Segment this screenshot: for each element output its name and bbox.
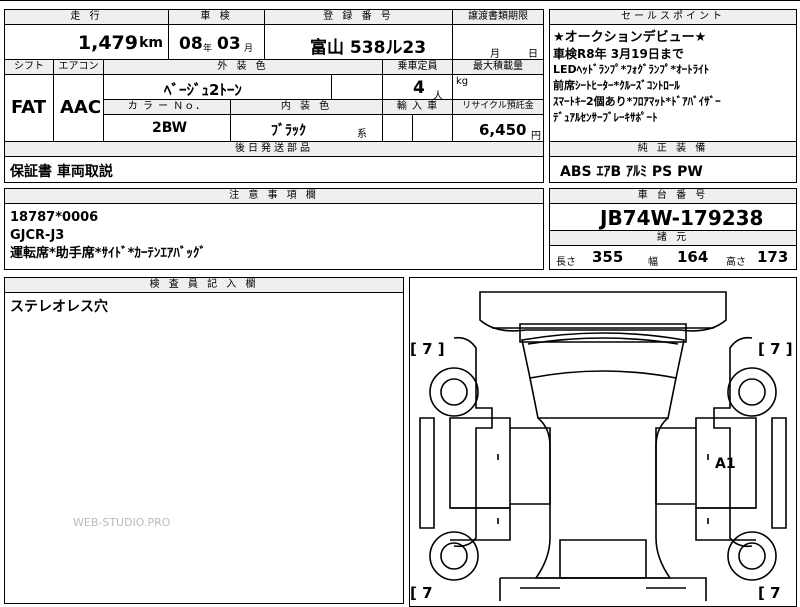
note-line-2: GJCR-J3: [10, 228, 65, 243]
load-unit: kg: [456, 76, 469, 87]
inspector-value: ステレオレス穴: [10, 299, 108, 315]
tire-score-front-left: [ 7 ]: [410, 340, 445, 358]
chassis-cell: JB74W-179238: [549, 203, 797, 231]
sales-point-3: LEDﾍｯﾄﾞﾗﾝﾌﾟ*ﾌｫｸﾞﾗﾝﾌﾟ*ｵｰﾄﾗｲﾄ: [553, 63, 710, 76]
exterior-header: 外 装 色: [103, 59, 383, 75]
standard-value: ABS ｴｱB ｱﾙﾐ PS PW: [560, 164, 703, 180]
notes-header: 注 意 事 項 欄: [4, 188, 544, 204]
later-parts-cell: 保証書 車両取説: [4, 156, 544, 183]
inspection-year: 08: [179, 34, 203, 54]
registration-header: 登 録 番 号: [264, 9, 453, 25]
notes-cell: 18787*0006 GJCR-J3 運転席*助手席*ｻｲﾄﾞ*ｶｰﾃﾝｴｱﾊﾞ…: [4, 203, 544, 270]
shift-header: シフト: [4, 59, 54, 75]
aircon-header: エアコン: [53, 59, 104, 75]
sales-point-5: ｽﾏｰﾄｷｰ2個あり*ﾌﾛｱﾏｯﾄ*ﾄﾞｱﾊﾞｲｻﾞｰ: [553, 95, 721, 108]
registration-cell: 富山 538ル23: [264, 24, 453, 60]
shift-cell: FAT: [4, 74, 54, 142]
sales-points-box: ★オークションデビュー★ 車検R8年 3月19日まで LEDﾍｯﾄﾞﾗﾝﾌﾟ*ﾌ…: [549, 24, 797, 142]
recycle-cell: 6,450 円: [452, 114, 544, 142]
interior-cell: ﾌﾞﾗｯｸ 系: [230, 114, 383, 142]
car-diagram: A1 [ 7 ] [ 7 ] [ 7 [ 7: [409, 277, 797, 607]
color-no-cell: 2BW: [103, 114, 231, 142]
aircon-value: AAC: [60, 97, 102, 118]
capacity-cell: 4 人: [382, 74, 453, 100]
diagram-mark-a1: A1: [715, 456, 736, 472]
standard-cell: ABS ｴｱB ｱﾙﾐ PS PW: [549, 156, 797, 183]
note-line-3: 運転席*助手席*ｻｲﾄﾞ*ｶｰﾃﾝｴｱﾊﾞｯｸﾞ: [10, 246, 206, 261]
exterior-extra-cell: [331, 74, 383, 100]
transfer-month-unit: 月: [490, 49, 500, 60]
interior-header: 内 装 色: [230, 99, 383, 115]
inspection-month: 03: [217, 34, 241, 54]
inspector-cell: ステレオレス穴 WEB-STUDIO.PRO: [4, 292, 404, 604]
color-no-header: カ ラ ー Ｎｏ．: [103, 99, 231, 115]
chassis-header: 車 台 番 号: [549, 188, 797, 204]
registration-number: 富山 538ル23: [310, 38, 427, 58]
tire-score-front-right: [ 7 ]: [758, 340, 793, 358]
mileage-cell: 1,479 km: [4, 24, 169, 60]
exterior-cell: ﾍﾞｰｼﾞｭ2ﾄｰﾝ: [103, 74, 332, 100]
sales-point-6: ﾃﾞｭｱﾙｾﾝｻｰﾌﾞﾚｰｷｻﾎﾟｰﾄ: [553, 111, 658, 124]
sales-point-4: 前席ｼｰﾄﾋｰﾀｰ*ｸﾙｰｽﾞｺﾝﾄﾛｰﾙ: [553, 79, 680, 92]
dims-width-value: 164: [677, 248, 709, 266]
aircon-cell: AAC: [53, 74, 104, 142]
mileage-unit: km: [139, 35, 163, 51]
recycle-value: 6,450: [479, 121, 527, 139]
sales-header: セールスポイント: [549, 9, 797, 25]
inspection-year-unit: 年: [203, 44, 213, 54]
import-cell-b: [412, 114, 453, 142]
sales-point-1: ★オークションデビュー★: [553, 30, 707, 45]
dims-length-label: 長さ: [556, 257, 576, 268]
later-parts-value: 保証書 車両取説: [10, 164, 113, 180]
color-no-value: 2BW: [152, 120, 188, 136]
exterior-value: ﾍﾞｰｼﾞｭ2ﾄｰﾝ: [164, 81, 242, 99]
dims-width-label: 幅: [648, 257, 658, 268]
recycle-unit: 円: [531, 131, 541, 142]
shift-value: FAT: [11, 97, 47, 118]
dims-height-label: 高さ: [726, 257, 746, 268]
inspection-header: 車 検: [168, 9, 265, 25]
dims-cell: 長さ 355 幅 164 高さ 173: [549, 245, 797, 270]
later-parts-header: 後日発送部品: [4, 141, 544, 157]
mileage-value: 1,479: [77, 32, 138, 54]
load-header: 最大積載量: [452, 59, 544, 75]
car-diagram-svg: A1 [ 7 ] [ 7 ] [ 7 [ 7: [410, 291, 793, 601]
chassis-value: JB74W-179238: [600, 206, 764, 230]
mileage-header: 走 行: [4, 9, 169, 25]
watermark: WEB-STUDIO.PRO: [73, 516, 171, 529]
standard-header: 純 正 装 備: [549, 141, 797, 157]
capacity-value: 4: [413, 78, 425, 98]
note-line-1: 18787*0006: [10, 210, 99, 225]
tire-score-rear-left: [ 7: [410, 584, 433, 601]
recycle-header: リサイクル預託金: [452, 99, 544, 115]
interior-value: ﾌﾞﾗｯｸ: [271, 123, 306, 139]
inspector-header: 検 査 員 記 入 欄: [4, 277, 404, 293]
interior-suffix: 系: [357, 129, 367, 140]
transfer-cell: 月 日: [452, 24, 544, 60]
transfer-day-unit: 日: [528, 49, 538, 60]
inspection-cell: 08 年 03 月: [168, 24, 265, 60]
dims-header: 諸 元: [549, 230, 797, 246]
import-header: 輸 入 車: [382, 99, 453, 115]
import-cell-a: [382, 114, 413, 142]
load-cell: kg: [452, 74, 544, 100]
capacity-header: 乗車定員: [382, 59, 453, 75]
dims-length-value: 355: [592, 248, 624, 266]
sales-point-2: 車検R8年 3月19日まで: [553, 47, 684, 61]
top-edge: [0, 0, 800, 5]
dims-height-value: 173: [757, 248, 789, 266]
tire-score-rear-right: [ 7: [758, 584, 781, 601]
transfer-header: 譲渡書類期限: [452, 9, 544, 25]
inspection-month-unit: 月: [244, 44, 254, 54]
